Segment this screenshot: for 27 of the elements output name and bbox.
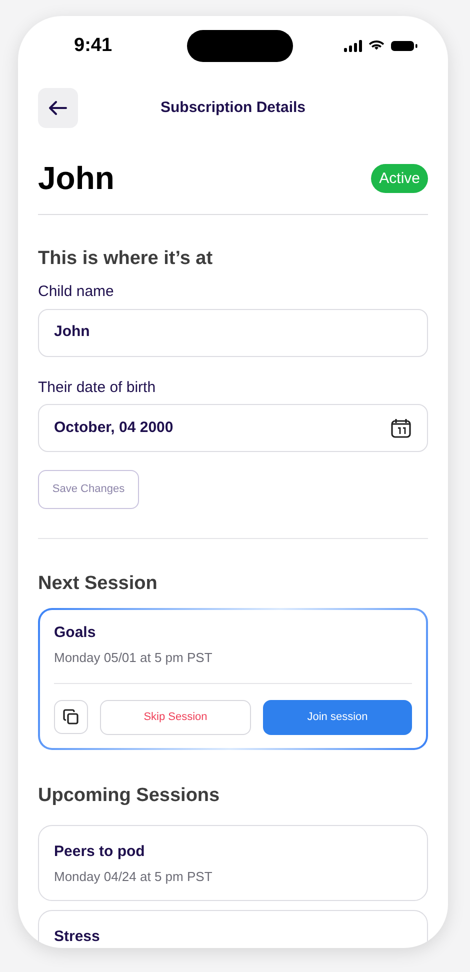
- field-label: Child name: [38, 282, 115, 302]
- date-field[interactable]: October, 04 2000: [38, 404, 428, 452]
- session-time: Monday 05/01 at 5 pm PST: [54, 648, 214, 667]
- field-label: Their date of birth: [38, 378, 157, 398]
- child-name-title: John: [38, 159, 114, 198]
- session-title: Peers to pod: [54, 842, 146, 862]
- page-title: Subscription Details: [160, 98, 306, 118]
- calendar-icon: [390, 417, 412, 439]
- back-button[interactable]: [38, 88, 78, 128]
- section-heading: Next Session: [38, 572, 158, 596]
- back-arrow-icon: [49, 101, 67, 115]
- copy-button[interactable]: [54, 700, 88, 734]
- session-title: Goals: [54, 623, 97, 643]
- copy-icon: [63, 709, 79, 725]
- session-card[interactable]: Peers to pod Monday 04/24 at 5 pm PST: [38, 825, 428, 901]
- skip-session-button[interactable]: Skip Session: [100, 700, 251, 735]
- status-time: 9:41: [74, 34, 112, 58]
- battery-icon: [391, 40, 418, 52]
- input-field[interactable]: John: [38, 308, 428, 356]
- session-title: Stress: [54, 927, 101, 947]
- section-heading: This is where it’s at: [38, 247, 214, 271]
- session-time: Monday 04/24 at 5 pm PST: [54, 868, 214, 886]
- join-session-button[interactable]: Join session: [263, 700, 412, 735]
- signal-icon: [344, 40, 362, 52]
- section-heading: Upcoming Sessions: [38, 784, 221, 808]
- wifi-icon: [368, 40, 385, 52]
- status-badge: Active: [371, 164, 428, 192]
